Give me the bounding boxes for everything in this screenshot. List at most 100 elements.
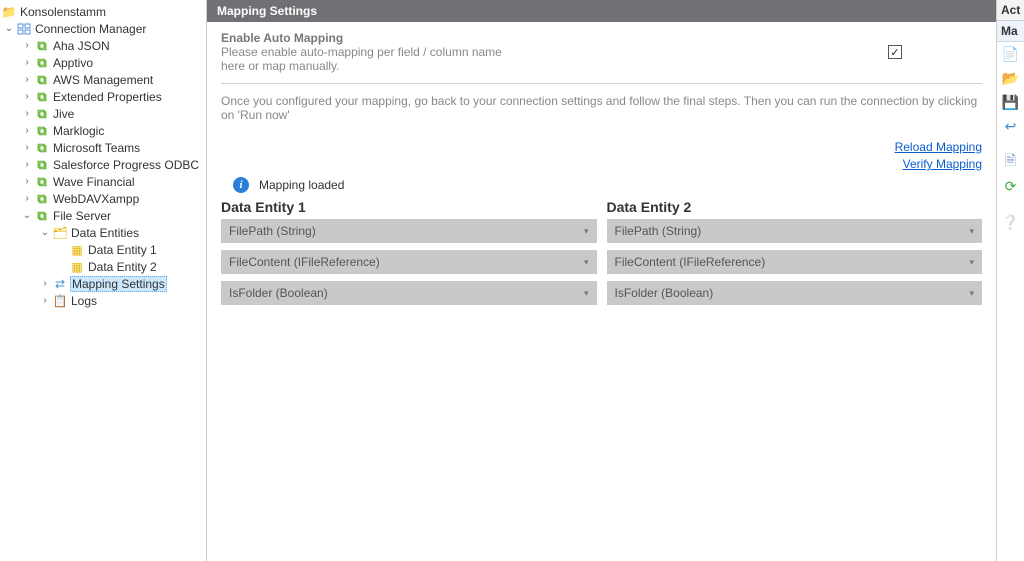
- tree-item-webdavxampp[interactable]: › ⧉ WebDAVXampp: [0, 190, 206, 207]
- auto-mapping-line1: Please enable auto-mapping per field / c…: [221, 45, 502, 59]
- field-label: IsFolder (Boolean): [615, 286, 714, 300]
- chevron-down-icon: ▾: [584, 288, 589, 299]
- connector-icon: ⧉: [35, 56, 49, 70]
- action-new[interactable]: 📄: [997, 42, 1024, 66]
- tree-item-apptivo[interactable]: › ⧉ Apptivo: [0, 54, 206, 71]
- tree-item-marklogic[interactable]: › ⧉ Marklogic: [0, 122, 206, 139]
- connection-manager-icon: [17, 22, 31, 36]
- actions-tab[interactable]: Ma: [997, 21, 1024, 42]
- tree-item-logs[interactable]: › 📋 Logs: [0, 292, 206, 309]
- entity-2-field-filepath[interactable]: FilePath (String) ▾: [607, 219, 983, 243]
- tree-item-extended-properties[interactable]: › ⧉ Extended Properties: [0, 88, 206, 105]
- tree-item-jive[interactable]: › ⧉ Jive: [0, 105, 206, 122]
- connector-icon: ⧉: [35, 73, 49, 87]
- action-undo[interactable]: ↩: [997, 114, 1024, 138]
- chevron-down-icon[interactable]: ⌄: [22, 210, 32, 221]
- chevron-right-icon[interactable]: ›: [22, 193, 32, 204]
- verify-mapping-link[interactable]: Verify Mapping: [221, 157, 982, 171]
- tree-item-data-entity-2[interactable]: ▦ Data Entity 2: [0, 258, 206, 275]
- chevron-down-icon: ▾: [584, 226, 589, 237]
- chevron-right-icon[interactable]: ›: [22, 125, 32, 136]
- connector-icon: ⧉: [35, 39, 49, 53]
- tree-item-label: Salesforce Progress ODBC: [52, 158, 200, 172]
- tree-item-file-server[interactable]: ⌄ ⧉ File Server: [0, 207, 206, 224]
- entity-2-field-filecontent[interactable]: FileContent (IFileReference) ▾: [607, 250, 983, 274]
- chevron-right-icon[interactable]: ›: [22, 159, 32, 170]
- action-save[interactable]: 💾: [997, 90, 1024, 114]
- chevron-right-icon[interactable]: ›: [22, 91, 32, 102]
- entity-2: Data Entity 2 FilePath (String) ▾ FileCo…: [607, 199, 983, 312]
- chevron-right-icon[interactable]: ›: [22, 57, 32, 68]
- chevron-right-icon[interactable]: ›: [22, 74, 32, 85]
- tree-item-label: Logs: [70, 294, 98, 308]
- entity-2-title: Data Entity 2: [607, 199, 983, 215]
- connector-icon: ⧉: [35, 107, 49, 121]
- chevron-right-icon[interactable]: ›: [40, 295, 50, 306]
- tree-root-label: Konsolenstamm: [19, 5, 107, 19]
- entity-1-title: Data Entity 1: [221, 199, 597, 215]
- field-label: FileContent (IFileReference): [615, 255, 766, 269]
- entity-2-field-isfolder[interactable]: IsFolder (Boolean) ▾: [607, 281, 983, 305]
- mapping-hint: Once you configured your mapping, go bac…: [221, 94, 982, 122]
- tree-item-label: Extended Properties: [52, 90, 163, 104]
- field-label: FilePath (String): [615, 224, 702, 238]
- actions-sidebar: Act Ma 📄 📂 💾 ↩ 🗎 ⟳ ❔: [996, 0, 1024, 561]
- tree-item-wave-financial[interactable]: › ⧉ Wave Financial: [0, 173, 206, 190]
- chevron-right-icon[interactable]: ›: [22, 108, 32, 119]
- entity-1-field-isfolder[interactable]: IsFolder (Boolean) ▾: [221, 281, 597, 305]
- main-panel: Mapping Settings Enable Auto Mapping Ple…: [207, 0, 996, 561]
- tree-item-label: Wave Financial: [52, 175, 136, 189]
- tree-item-label: Marklogic: [52, 124, 105, 138]
- panel-title: Mapping Settings: [207, 0, 996, 23]
- tree-item-label: Data Entity 1: [87, 243, 158, 257]
- action-help[interactable]: ❔: [997, 210, 1024, 234]
- field-label: IsFolder (Boolean): [229, 286, 328, 300]
- tree-item-salesforce[interactable]: › ⧉ Salesforce Progress ODBC: [0, 156, 206, 173]
- tree-item-data-entity-1[interactable]: ▦ Data Entity 1: [0, 241, 206, 258]
- auto-mapping-checkbox[interactable]: ✓: [888, 45, 902, 59]
- tree-connection-manager[interactable]: ⌄ Connection Manager: [0, 20, 206, 37]
- connector-icon: ⧉: [35, 124, 49, 138]
- connector-icon: ⧉: [35, 209, 49, 223]
- actions-header: Act: [997, 0, 1024, 21]
- tree-item-aws-management[interactable]: › ⧉ AWS Management: [0, 71, 206, 88]
- chevron-right-icon[interactable]: ›: [22, 142, 32, 153]
- chevron-down-icon: ▾: [969, 257, 974, 268]
- tree-item-mapping-settings[interactable]: › ⇄ Mapping Settings: [0, 275, 206, 292]
- action-document[interactable]: 🗎: [997, 150, 1024, 174]
- reload-mapping-link[interactable]: Reload Mapping: [221, 140, 982, 154]
- entity-1-field-filecontent[interactable]: FileContent (IFileReference) ▾: [221, 250, 597, 274]
- field-label: FilePath (String): [229, 224, 316, 238]
- tree-item-label: AWS Management: [52, 73, 154, 87]
- chevron-down-icon: ▾: [969, 226, 974, 237]
- action-refresh[interactable]: ⟳: [997, 174, 1024, 198]
- tree-item-label: Microsoft Teams: [52, 141, 141, 155]
- field-label: FileContent (IFileReference): [229, 255, 380, 269]
- tree-item-label: Mapping Settings: [70, 276, 167, 292]
- tree-item-data-entities[interactable]: ⌄ 🗂 Data Entities: [0, 224, 206, 241]
- tree-root[interactable]: 📁 Konsolenstamm: [0, 3, 206, 20]
- tree-cm-label: Connection Manager: [34, 22, 147, 36]
- connector-icon: ⧉: [35, 90, 49, 104]
- chevron-down-icon[interactable]: ⌄: [4, 23, 14, 34]
- chevron-down-icon: ▾: [584, 257, 589, 268]
- tree-item-label: Apptivo: [52, 56, 94, 70]
- tree-item-microsoft-teams[interactable]: › ⧉ Microsoft Teams: [0, 139, 206, 156]
- action-open[interactable]: 📂: [997, 66, 1024, 90]
- connector-icon: ⧉: [35, 158, 49, 172]
- logs-icon: 📋: [53, 294, 67, 308]
- chevron-right-icon[interactable]: ›: [22, 40, 32, 51]
- chevron-right-icon[interactable]: ›: [40, 278, 50, 289]
- connector-icon: ⧉: [35, 141, 49, 155]
- entity-icon: ▦: [70, 260, 84, 274]
- chevron-down-icon[interactable]: ⌄: [40, 227, 50, 238]
- chevron-down-icon: ▾: [969, 288, 974, 299]
- entity-1: Data Entity 1 FilePath (String) ▾ FileCo…: [221, 199, 597, 312]
- auto-mapping-line2: here or map manually.: [221, 59, 340, 73]
- navigation-tree: 📁 Konsolenstamm ⌄ Connection Manager › ⧉…: [0, 0, 207, 561]
- entity-1-field-filepath[interactable]: FilePath (String) ▾: [221, 219, 597, 243]
- tree-item-aha-json[interactable]: › ⧉ Aha JSON: [0, 37, 206, 54]
- tree-item-label: Data Entity 2: [87, 260, 158, 274]
- chevron-right-icon[interactable]: ›: [22, 176, 32, 187]
- entities-grid: Data Entity 1 FilePath (String) ▾ FileCo…: [221, 199, 982, 312]
